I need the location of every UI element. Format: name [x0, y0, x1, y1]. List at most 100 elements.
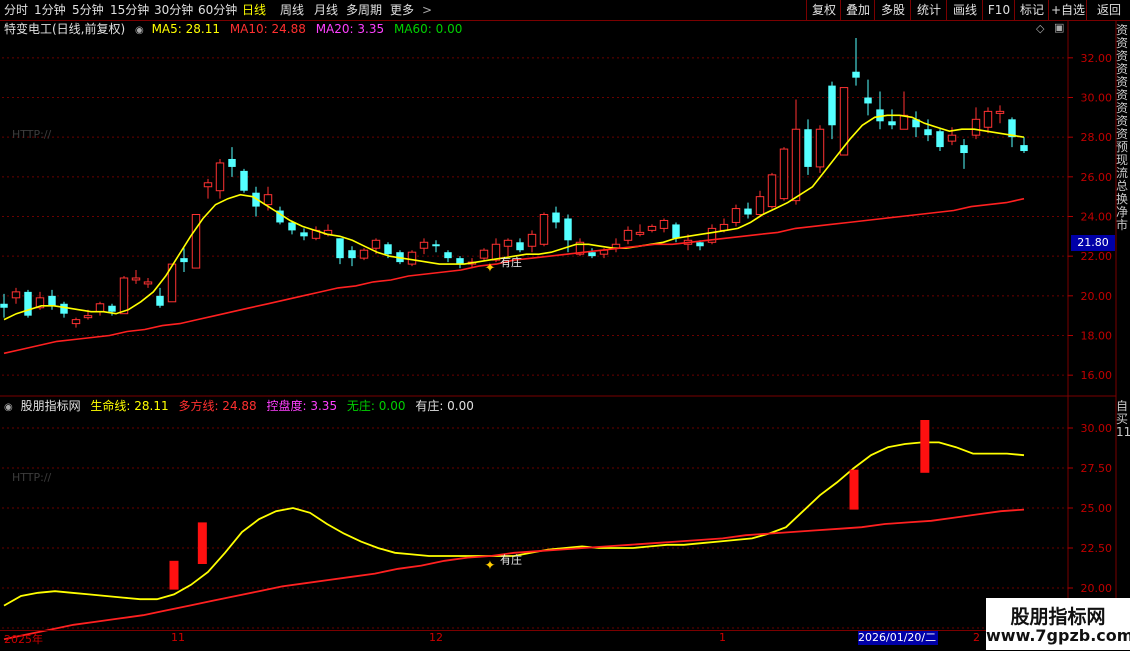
candle-body-down [696, 242, 704, 247]
candle-body-up [755, 196, 765, 216]
candle-body-down [0, 303, 8, 308]
signal-bar [849, 469, 859, 510]
ma-line-ma5 [3, 114, 1025, 321]
signal-bar [169, 560, 179, 590]
candle-body-down [456, 258, 464, 265]
indicator-chart-area: HTTP:// ✦ 有庄 [3, 420, 1025, 641]
candle-body-down [240, 170, 248, 191]
candle-body-up [899, 114, 909, 130]
y-tick-label-indicator: 20.00 [1081, 582, 1113, 595]
candle-body-down [228, 158, 236, 167]
date-label-dec: 12 [429, 631, 443, 644]
y-tick-label-indicator: 22.50 [1081, 542, 1113, 555]
site-name: 股朋指标网 [1010, 606, 1106, 628]
y-tick-label-indicator: 25.00 [1081, 502, 1113, 515]
candle-body-up [203, 182, 213, 188]
dealer-signal-indicator-label: 有庄 [500, 553, 522, 567]
y-tick-label-indicator: 30.00 [1081, 422, 1113, 435]
side-panel-main: 资资资资资资资资资预现流总换净市 [1116, 24, 1129, 232]
candle-body-down [828, 85, 836, 126]
signal-bar [197, 522, 207, 564]
candle-body-down [1020, 145, 1028, 152]
candle-body-down [672, 224, 680, 239]
candle-body-up [95, 303, 105, 313]
candle-body-up [767, 174, 777, 208]
candle-body-down [180, 258, 188, 263]
candle-body-up [407, 251, 417, 265]
y-tick-label-main: 20.00 [1081, 290, 1113, 303]
candle-body-down [48, 295, 56, 306]
candle-body-down [864, 97, 872, 104]
candle-body-up [359, 249, 369, 259]
y-tick-label-main: 16.00 [1081, 369, 1113, 382]
candle-body-up [647, 225, 657, 231]
candle-body-down [444, 252, 452, 259]
y-tick-label-main: 30.00 [1081, 92, 1113, 105]
date-label-nov: 11 [171, 631, 185, 644]
candle-body-down [588, 252, 596, 257]
candle-body-down [384, 244, 392, 255]
candle-body-up [263, 194, 273, 206]
y-tick-label-indicator: 27.50 [1081, 462, 1113, 475]
date-axis [0, 630, 1116, 651]
candle-body-up [983, 110, 993, 128]
candle-body-up [947, 134, 957, 142]
candle-body-up [995, 110, 1005, 114]
candle-body-down [24, 291, 32, 316]
candle-body-up [71, 319, 81, 325]
y-tick-label-main: 32.00 [1081, 52, 1113, 65]
candle-body-down [516, 242, 524, 251]
current-price-marker: 21.80 [1071, 235, 1115, 251]
candle-body-down [288, 222, 296, 231]
candle-body-down [156, 295, 164, 306]
candle-body-up [635, 231, 645, 235]
site-url: www.7gpzb.com [986, 626, 1130, 645]
candle-body-up [839, 87, 849, 156]
candle-body-down [924, 129, 932, 136]
candle-body-down [852, 71, 860, 78]
candle-body-up [779, 148, 789, 200]
candle-body-up [143, 281, 153, 285]
candle-body-up [503, 239, 513, 247]
date-highlight: 2026/01/20/二 [858, 631, 938, 645]
price-axis: 32.00 30.00 28.00 26.00 24.00 22.00 20.00 18.00… [1068, 52, 1112, 635]
candle-body-up [479, 249, 489, 259]
candle-body-up [191, 214, 201, 269]
date-label-feb: 2 [973, 631, 980, 644]
candle-body-down [432, 244, 440, 247]
candle-body-down [60, 303, 68, 314]
candle-body-up [731, 208, 741, 223]
y-tick-label-main: 28.00 [1081, 131, 1113, 144]
candle-body-down [564, 218, 572, 241]
candle-body-down [108, 305, 116, 312]
candle-body-down [936, 131, 944, 148]
candle-body-up [419, 241, 429, 249]
dealer-signal-main-icon: ✦ [485, 261, 496, 276]
candle-body-up [527, 233, 537, 247]
site-watermark: 股朋指标网 www.7gpzb.com [986, 598, 1130, 650]
signal-bar [920, 420, 930, 473]
candle-body-up [971, 118, 981, 136]
candle-body-down [552, 212, 560, 223]
candle-body-down [744, 208, 752, 215]
candle-body-up [623, 229, 633, 241]
bull-line [3, 508, 1025, 641]
dealer-signal-main-label: 有庄 [500, 255, 522, 269]
candle-body-up [215, 162, 225, 192]
candle-body-up [11, 291, 21, 299]
y-tick-label-main: 26.00 [1081, 171, 1113, 184]
side-panel-indicator: 自买1111111 [1116, 400, 1130, 439]
candle-body-down [348, 250, 356, 259]
life-line [3, 441, 1025, 607]
candle-body-down [300, 232, 308, 237]
candle-body-up [659, 219, 669, 229]
candle-body-up [131, 277, 141, 281]
date-label-jan: 1 [719, 631, 726, 644]
y-tick-label-main: 22.00 [1081, 250, 1113, 263]
candle-body-up [371, 239, 381, 249]
candle-body-down [960, 145, 968, 154]
y-tick-label-main: 18.00 [1081, 330, 1113, 343]
candle-body-up [491, 243, 501, 261]
main-chart-area: HTTP:// ✦ 有庄 [0, 38, 1028, 355]
kline-chart[interactable]: HTTP:// ✦ 有庄 HTTP:// ✦ 有庄 32.00 30.00 28.00 26.… [0, 0, 1130, 650]
